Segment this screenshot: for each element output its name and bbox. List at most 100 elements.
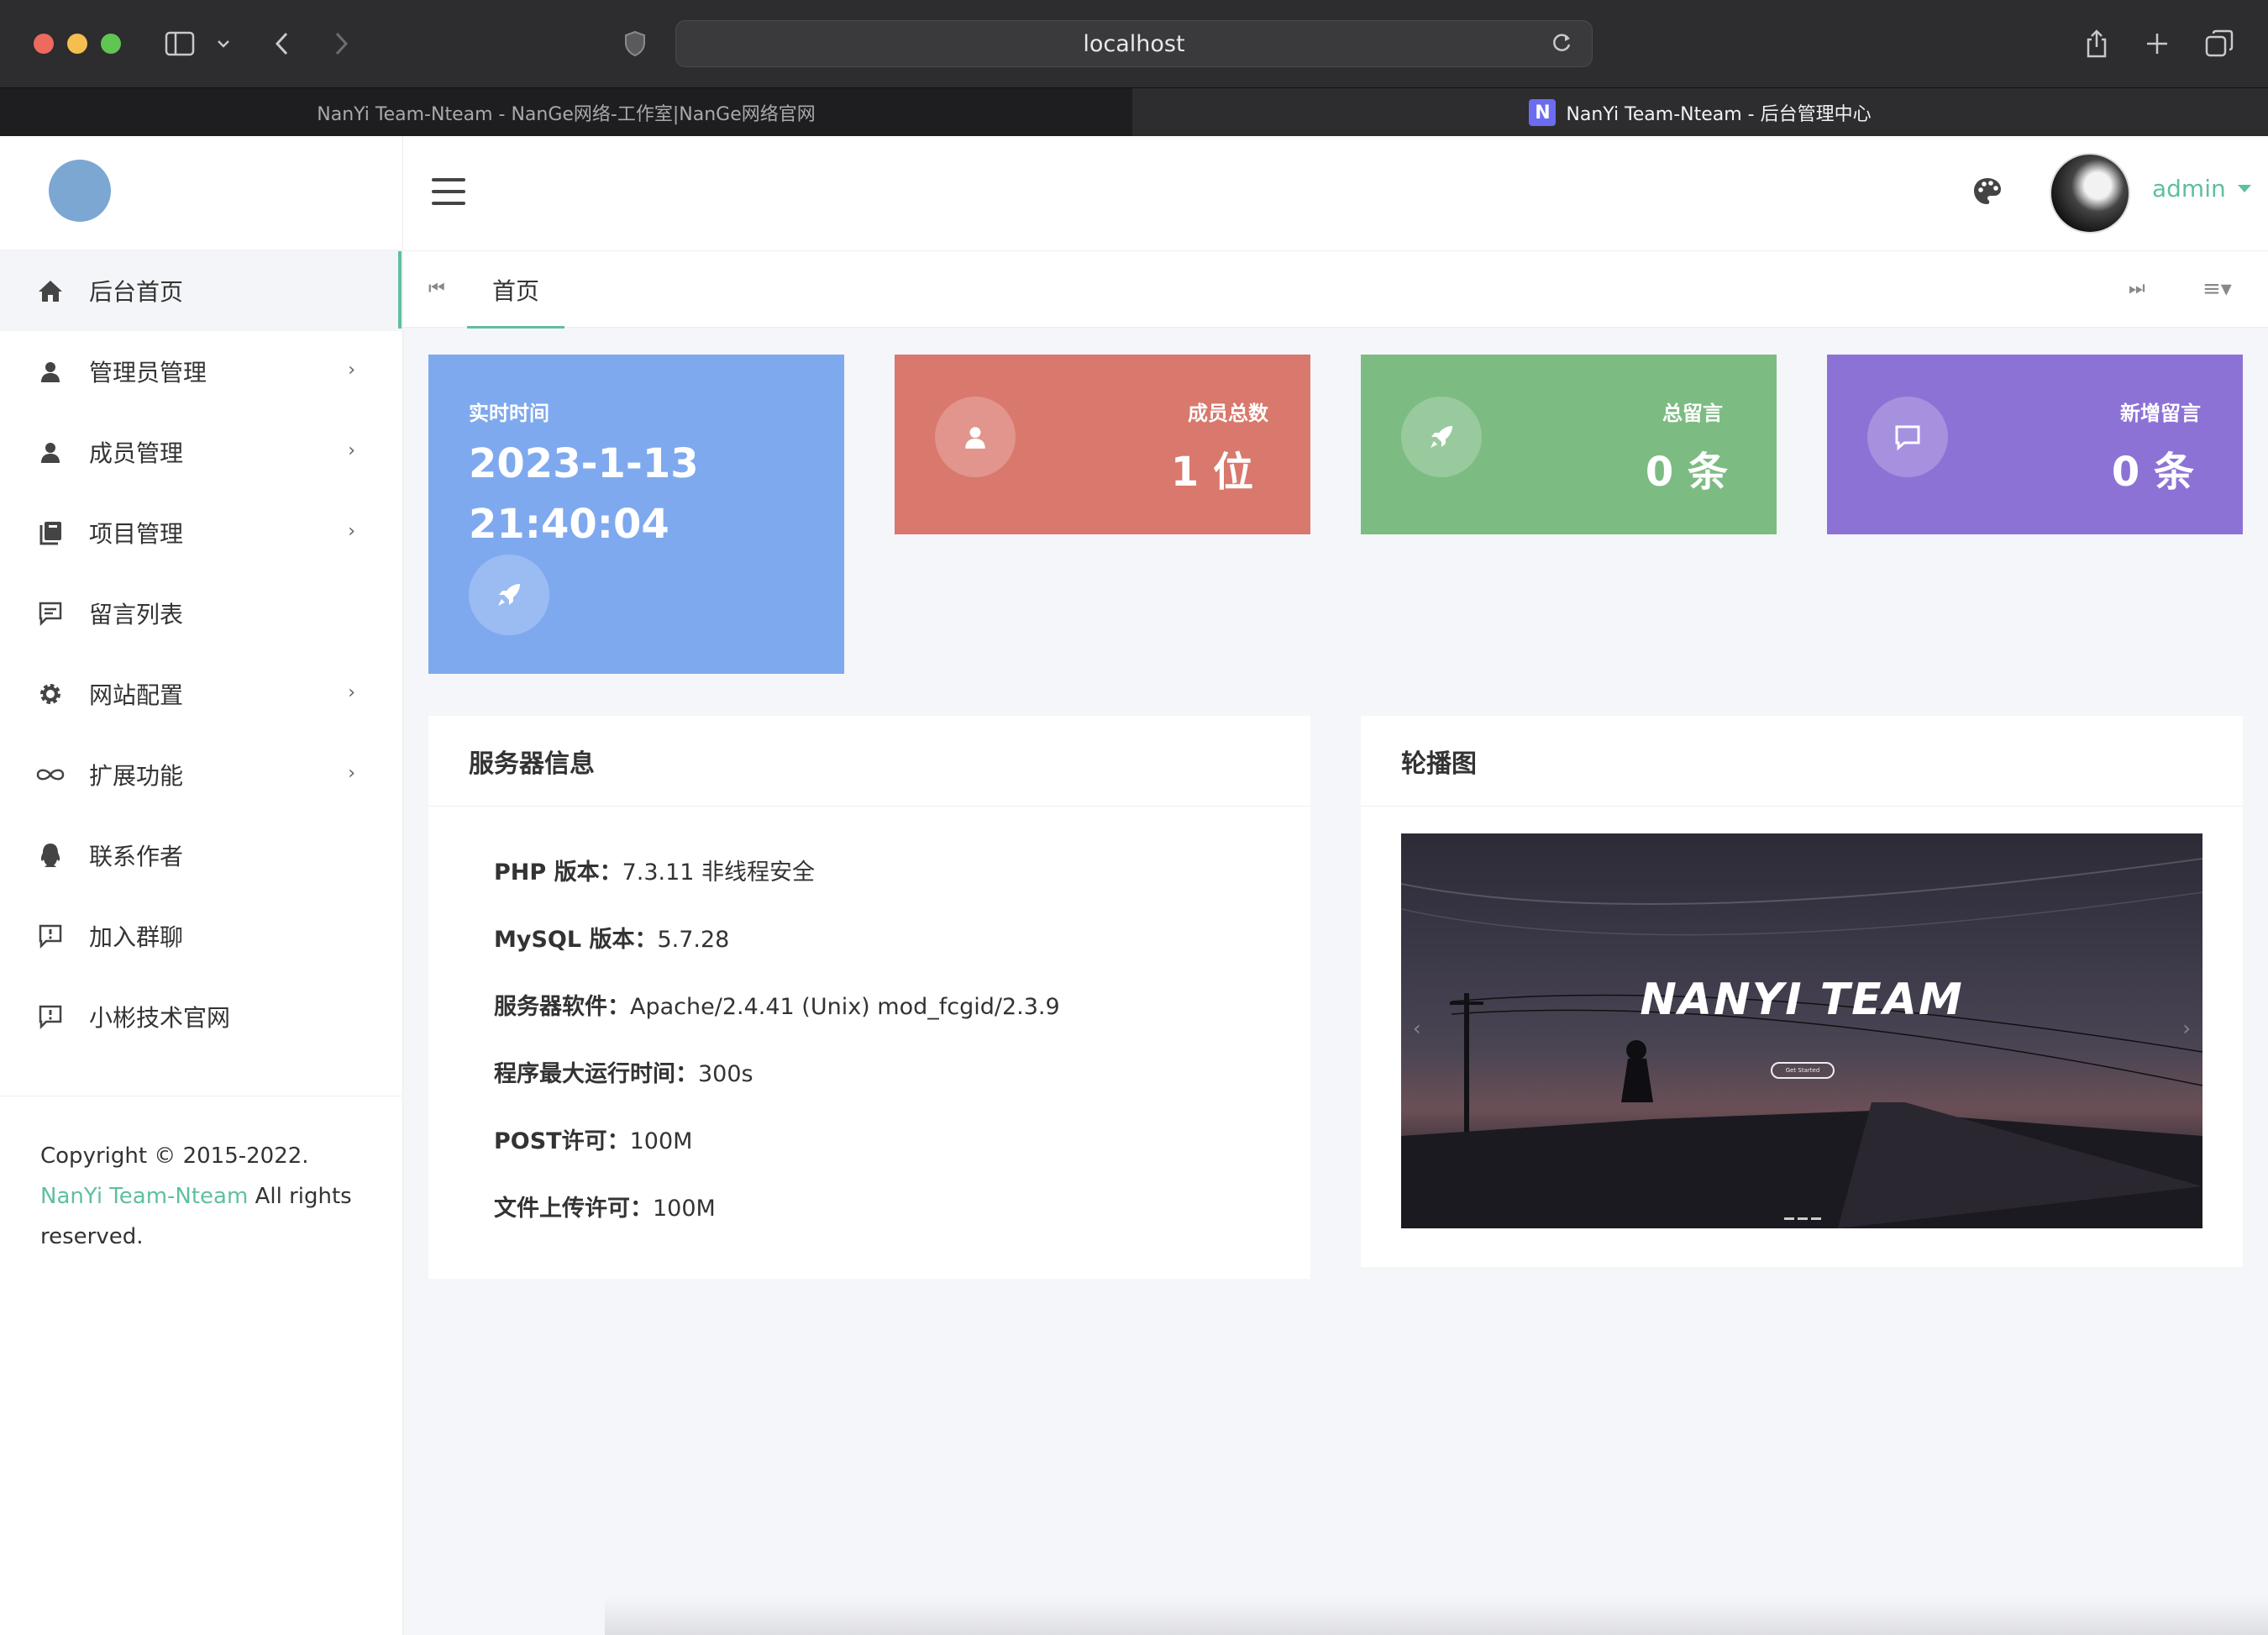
server-info-key: PHP 版本： (494, 860, 622, 886)
sidebar-item-label: 加入群聊 (89, 923, 184, 951)
slide-title: NANYI TEAM (1640, 975, 1964, 1025)
sidebar-item-messages[interactable]: 留言列表 (0, 573, 402, 654)
sidebar-item-site-config[interactable]: 网站配置 › (0, 654, 402, 734)
new-tab-icon[interactable] (2140, 25, 2174, 62)
address-bar[interactable]: localhost (675, 20, 1593, 67)
tab-overview-icon[interactable] (2202, 25, 2236, 62)
slide-scenery (1401, 858, 2202, 1228)
slide-cta-button[interactable]: Get Started (1771, 1062, 1835, 1079)
user-icon (935, 397, 1016, 477)
messages-card-value: 0 条 (1645, 449, 1728, 496)
server-info-title: 服务器信息 (428, 716, 1310, 807)
top-header: admin (403, 136, 2268, 250)
site-logo[interactable] (49, 160, 111, 222)
carousel-next-icon[interactable]: › (2182, 1017, 2191, 1040)
chevron-right-icon: › (348, 763, 355, 784)
sidebar-item-label: 成员管理 (89, 439, 184, 467)
sidebar-item-label: 小彬技术官网 (89, 1004, 231, 1032)
browser-titlebar: localhost (0, 0, 2268, 87)
carousel-title: 轮播图 (1361, 716, 2243, 807)
sidebar-item-label: 管理员管理 (89, 359, 207, 386)
new-messages-card: 新增留言 0 条 (1827, 355, 2243, 534)
sidebar-item-projects[interactable]: 项目管理 › (0, 492, 402, 573)
copyright-text: Copyright © 2015-2022. NanYi Team-Nteam … (40, 1136, 376, 1257)
tab-options-icon[interactable]: ≡▾ (2202, 276, 2232, 302)
forward-icon[interactable] (328, 25, 354, 62)
user-icon (35, 437, 66, 467)
browser-tab-site[interactable]: NanYi Team-Nteam - NanGe网络-工作室|NanGe网络官网 (0, 88, 1132, 137)
skip-back-icon[interactable]: ⏮ (428, 278, 445, 299)
page-tabs-bar: ⏮ 首页 ⏭ ≡▾ (398, 250, 2268, 329)
sidebar-item-dashboard[interactable]: 后台首页 (0, 250, 402, 331)
copyright-link[interactable]: NanYi Team-Nteam (40, 1184, 248, 1209)
sidebar-item-members[interactable]: 成员管理 › (0, 412, 402, 492)
sidebar-item-label: 扩展功能 (89, 762, 184, 790)
time-card-date: 2023-1-13 (469, 440, 699, 487)
palette-icon[interactable] (1971, 175, 2004, 212)
browser-tab-title: NanYi Team-Nteam - NanGe网络-工作室|NanGe网络官网 (317, 104, 816, 125)
sidebar-item-contact-author[interactable]: 联系作者 (0, 815, 402, 896)
user-menu[interactable]: admin (2152, 175, 2251, 202)
favicon-icon: N (1529, 99, 1557, 126)
carousel-prev-icon[interactable]: ‹ (1413, 1017, 1421, 1040)
members-card: 成员总数 1 位 (895, 355, 1310, 534)
sidebar-toggle-icon[interactable] (163, 25, 197, 62)
share-icon[interactable] (2080, 25, 2113, 62)
server-info-key: 程序最大运行时间： (494, 1061, 698, 1087)
server-info-value: 300s (698, 1061, 753, 1087)
rocket-icon (1401, 397, 1482, 477)
tabs-accent-bar (398, 251, 402, 329)
user-name: admin (2152, 175, 2226, 202)
comment-icon (1867, 397, 1948, 477)
sidebar-item-join-group[interactable]: 加入群聊 (0, 896, 402, 976)
server-info-key: 服务器软件： (494, 994, 630, 1020)
shield-icon[interactable] (622, 25, 648, 62)
gear-icon (35, 679, 66, 709)
infinity-icon (35, 760, 66, 790)
carousel-indicators[interactable] (1784, 1217, 1821, 1220)
close-window-button[interactable] (34, 34, 54, 54)
new-messages-card-value: 0 条 (2111, 449, 2194, 496)
browser-tab-title: NanYi Team-Nteam - 后台管理中心 (1566, 104, 1872, 125)
reload-icon[interactable] (1550, 31, 1573, 60)
user-icon (35, 356, 66, 386)
book-icon (35, 518, 66, 548)
server-info-key: MySQL 版本： (494, 927, 658, 953)
alert-message-icon (35, 1002, 66, 1032)
home-icon (35, 276, 66, 306)
sidebar-item-label: 联系作者 (89, 843, 184, 870)
alert-message-icon (35, 921, 66, 951)
messages-card: 总留言 0 条 (1361, 355, 1777, 534)
browser-tabs: NanYi Team-Nteam - NanGe网络-工作室|NanGe网络官网… (0, 87, 2268, 137)
server-info-value: 100M (629, 1128, 693, 1154)
zoom-window-button[interactable] (101, 34, 121, 54)
chevron-right-icon: › (348, 682, 355, 703)
server-info-key: POST许可： (494, 1128, 630, 1154)
sidebar-item-extensions[interactable]: 扩展功能 › (0, 734, 402, 815)
logo-area (0, 136, 402, 250)
browser-tab-admin[interactable]: N NanYi Team-Nteam - 后台管理中心 (1132, 88, 2268, 137)
sidebar-item-official-site[interactable]: 小彬技术官网 (0, 976, 402, 1057)
server-info-row: PHP 版本：7.3.11 非线程安全 (494, 854, 815, 886)
server-info-row: 文件上传许可：100M (494, 1190, 716, 1222)
sidebar-item-admins[interactable]: 管理员管理 › (0, 331, 402, 412)
chevron-right-icon: › (348, 440, 355, 461)
chevron-right-icon: › (348, 521, 355, 542)
menu-toggle-icon[interactable] (432, 178, 465, 205)
carousel-slide[interactable]: NANYI TEAM Get Started ‹ › (1401, 833, 2202, 1228)
messages-card-label: 总留言 (1662, 402, 1723, 425)
qq-icon (35, 840, 66, 870)
message-icon (35, 598, 66, 628)
server-info-key: 文件上传许可： (494, 1196, 653, 1222)
avatar[interactable] (2050, 153, 2130, 234)
server-info-value: 7.3.11 非线程安全 (622, 860, 816, 886)
chevron-down-icon[interactable] (213, 25, 234, 62)
skip-forward-icon[interactable]: ⏭ (2129, 278, 2145, 299)
server-info-panel: 服务器信息 PHP 版本：7.3.11 非线程安全 MySQL 版本：5.7.2… (428, 716, 1310, 1279)
minimize-window-button[interactable] (67, 34, 87, 54)
carousel-panel: 轮播图 NANYI TEAM Get Started ‹ › (1361, 716, 2243, 1267)
server-info-value: 100M (653, 1196, 716, 1222)
back-icon[interactable] (269, 25, 296, 62)
sidebar: 后台首页 管理员管理 › 成员管理 › 项目管理 › 留言列表 网站配置 › 扩… (0, 136, 403, 1635)
tab-home[interactable]: 首页 (467, 251, 564, 329)
